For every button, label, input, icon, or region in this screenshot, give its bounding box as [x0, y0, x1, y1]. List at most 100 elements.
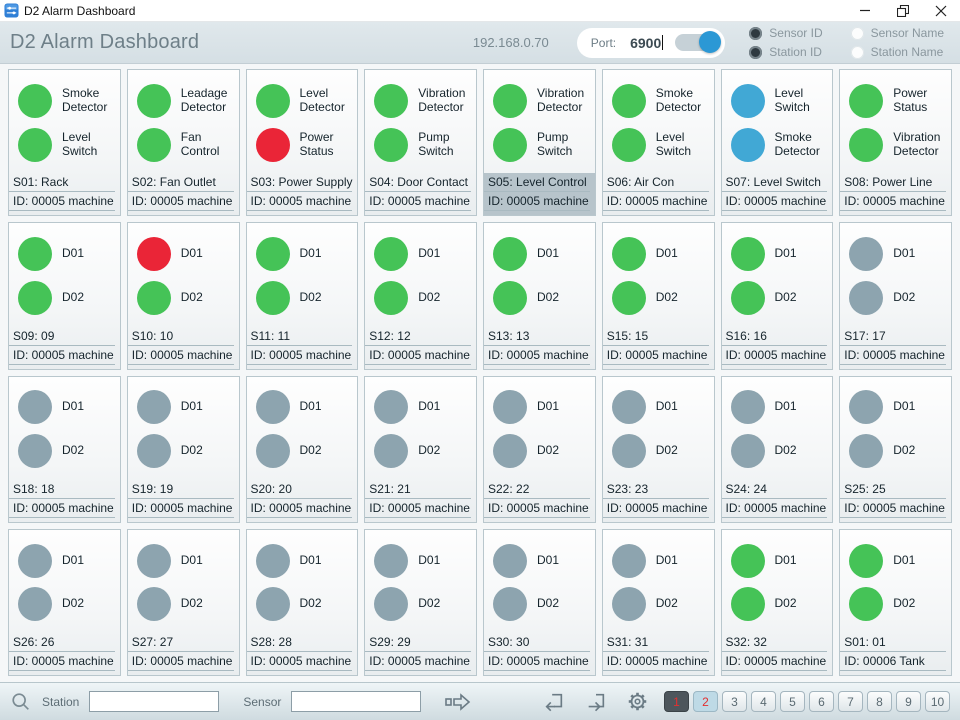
page-button-7[interactable]: 7: [838, 691, 863, 712]
page-button-10[interactable]: 10: [925, 691, 950, 712]
sensor-status-light[interactable]: [612, 544, 646, 578]
radio-dot-icon[interactable]: [851, 46, 864, 59]
restore-button[interactable]: [884, 0, 922, 21]
sensor-status-light[interactable]: [137, 128, 171, 162]
sensor-status-light[interactable]: [137, 434, 171, 468]
sensor-status-light[interactable]: [374, 587, 408, 621]
radio-station-id[interactable]: Station ID: [749, 45, 822, 59]
settings-gear-icon[interactable]: [627, 691, 648, 712]
sensor-status-light[interactable]: [374, 128, 408, 162]
port-input[interactable]: 6900: [630, 35, 661, 51]
sensor-status-light[interactable]: [731, 587, 765, 621]
sensor-status-light[interactable]: [256, 587, 290, 621]
page-button-5[interactable]: 5: [780, 691, 805, 712]
sensor-status-light[interactable]: [374, 544, 408, 578]
sensor-status-light[interactable]: [612, 390, 646, 424]
sensor-status-light[interactable]: [849, 128, 883, 162]
sensor-status-light[interactable]: [493, 128, 527, 162]
station-card[interactable]: D01D02S11: 11ID: 00005 machine: [246, 222, 359, 369]
sensor-status-light[interactable]: [18, 390, 52, 424]
station-card[interactable]: D01D02S18: 18ID: 00005 machine: [8, 376, 121, 523]
station-card[interactable]: D01D02S21: 21ID: 00005 machine: [364, 376, 477, 523]
sensor-status-light[interactable]: [18, 237, 52, 271]
radio-dot-icon[interactable]: [749, 46, 762, 59]
station-card[interactable]: D01D02S01: 01ID: 00006 Tank: [839, 529, 952, 676]
sensor-status-light[interactable]: [256, 237, 290, 271]
station-card[interactable]: D01D02S16: 16ID: 00005 machine: [721, 222, 834, 369]
sensor-status-light[interactable]: [256, 128, 290, 162]
page-button-1[interactable]: 1: [664, 691, 689, 712]
station-card[interactable]: D01D02S15: 15ID: 00005 machine: [602, 222, 715, 369]
sensor-status-light[interactable]: [849, 84, 883, 118]
station-search-input[interactable]: [89, 691, 219, 712]
station-card[interactable]: D01D02S30: 30ID: 00005 machine: [483, 529, 596, 676]
sensor-status-light[interactable]: [849, 390, 883, 424]
page-button-8[interactable]: 8: [867, 691, 892, 712]
station-card[interactable]: D01D02S17: 17ID: 00005 machine: [839, 222, 952, 369]
sensor-status-light[interactable]: [256, 390, 290, 424]
page-next-icon[interactable]: [585, 691, 607, 713]
sensor-status-light[interactable]: [493, 587, 527, 621]
sensor-search-input[interactable]: [291, 691, 421, 712]
sensor-status-light[interactable]: [137, 390, 171, 424]
station-card[interactable]: D01D02S10: 10ID: 00005 machine: [127, 222, 240, 369]
sensor-status-light[interactable]: [612, 237, 646, 271]
station-card[interactable]: D01D02S22: 22ID: 00005 machine: [483, 376, 596, 523]
station-card[interactable]: D01D02S24: 24ID: 00005 machine: [721, 376, 834, 523]
sensor-status-light[interactable]: [374, 390, 408, 424]
station-card[interactable]: Vibration DetectorPump SwitchS04: Door C…: [364, 69, 477, 216]
sensor-status-light[interactable]: [731, 281, 765, 315]
page-button-6[interactable]: 6: [809, 691, 834, 712]
station-card[interactable]: D01D02S26: 26ID: 00005 machine: [8, 529, 121, 676]
go-search-icon[interactable]: [445, 692, 471, 712]
sensor-status-light[interactable]: [18, 281, 52, 315]
sensor-status-light[interactable]: [731, 390, 765, 424]
sensor-status-light[interactable]: [612, 434, 646, 468]
sensor-status-light[interactable]: [137, 84, 171, 118]
page-prev-icon[interactable]: [543, 691, 565, 713]
station-card[interactable]: Power StatusVibration DetectorS08: Power…: [839, 69, 952, 216]
sensor-status-light[interactable]: [493, 237, 527, 271]
radio-station-name[interactable]: Station Name: [851, 45, 944, 59]
station-card[interactable]: Leadage DetectorFan ControlS02: Fan Outl…: [127, 69, 240, 216]
sensor-status-light[interactable]: [612, 84, 646, 118]
radio-sensor-id[interactable]: Sensor ID: [749, 26, 822, 40]
minimize-button[interactable]: [846, 0, 884, 21]
station-card[interactable]: D01D02S29: 29ID: 00005 machine: [364, 529, 477, 676]
station-card[interactable]: Smoke DetectorLevel SwitchS01: RackID: 0…: [8, 69, 121, 216]
radio-dot-icon[interactable]: [851, 27, 864, 40]
sensor-status-light[interactable]: [374, 84, 408, 118]
station-card[interactable]: D01D02S19: 19ID: 00005 machine: [127, 376, 240, 523]
sensor-status-light[interactable]: [137, 281, 171, 315]
sensor-status-light[interactable]: [849, 281, 883, 315]
station-card[interactable]: D01D02S12: 12ID: 00005 machine: [364, 222, 477, 369]
sensor-status-light[interactable]: [256, 281, 290, 315]
sensor-status-light[interactable]: [849, 434, 883, 468]
sensor-status-light[interactable]: [731, 434, 765, 468]
sensor-status-light[interactable]: [374, 237, 408, 271]
radio-sensor-name[interactable]: Sensor Name: [851, 26, 944, 40]
sensor-status-light[interactable]: [849, 237, 883, 271]
sensor-status-light[interactable]: [256, 544, 290, 578]
sensor-status-light[interactable]: [256, 434, 290, 468]
station-card[interactable]: Level SwitchSmoke DetectorS07: Level Swi…: [721, 69, 834, 216]
sensor-status-light[interactable]: [18, 544, 52, 578]
sensor-status-light[interactable]: [18, 84, 52, 118]
sensor-status-light[interactable]: [731, 544, 765, 578]
sensor-status-light[interactable]: [137, 237, 171, 271]
sensor-status-light[interactable]: [18, 434, 52, 468]
station-card[interactable]: D01D02S31: 31ID: 00005 machine: [602, 529, 715, 676]
station-card[interactable]: D01D02S13: 13ID: 00005 machine: [483, 222, 596, 369]
sensor-status-light[interactable]: [612, 587, 646, 621]
station-card[interactable]: D01D02S27: 27ID: 00005 machine: [127, 529, 240, 676]
sensor-status-light[interactable]: [137, 587, 171, 621]
station-card[interactable]: D01D02S23: 23ID: 00005 machine: [602, 376, 715, 523]
sensor-status-light[interactable]: [493, 544, 527, 578]
connection-toggle[interactable]: [675, 34, 719, 51]
station-card[interactable]: Level DetectorPower StatusS03: Power Sup…: [246, 69, 359, 216]
sensor-status-light[interactable]: [731, 128, 765, 162]
station-card[interactable]: D01D02S20: 20ID: 00005 machine: [246, 376, 359, 523]
sensor-status-light[interactable]: [849, 587, 883, 621]
sensor-status-light[interactable]: [493, 84, 527, 118]
sensor-status-light[interactable]: [731, 84, 765, 118]
